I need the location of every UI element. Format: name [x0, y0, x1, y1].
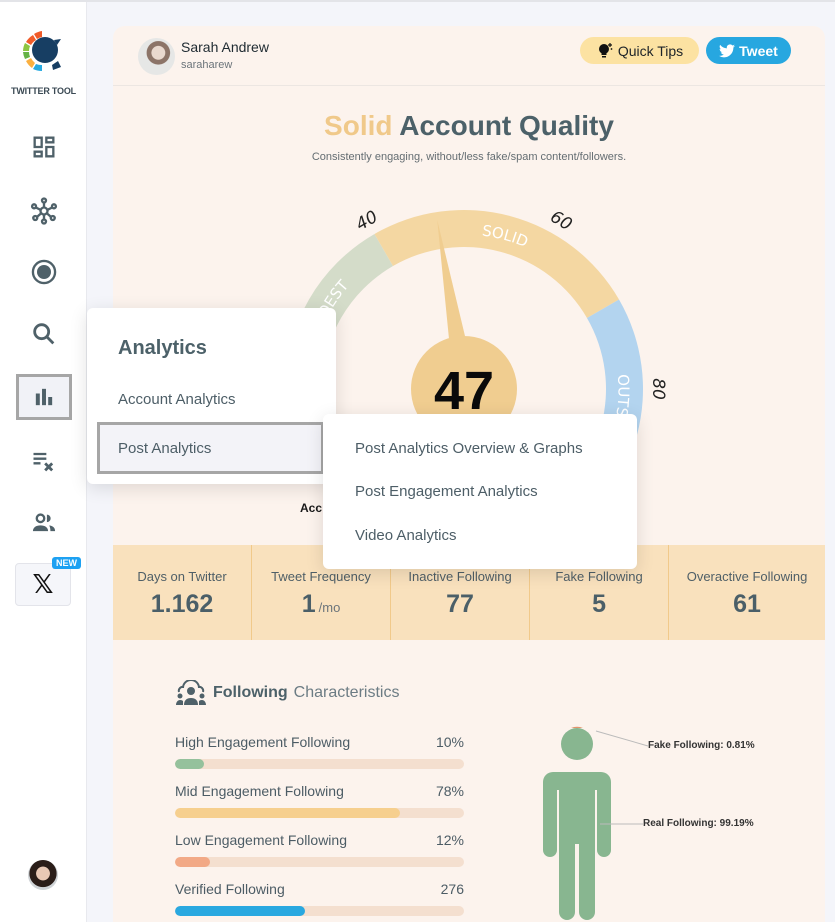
x-logo-icon: 𝕏 — [32, 569, 54, 600]
search-icon — [33, 323, 55, 345]
sidebar-item-network[interactable] — [16, 188, 72, 234]
fake-leader-line — [595, 730, 649, 747]
person-head — [561, 728, 593, 760]
post-analytics-submenu: Post Analytics Overview & Graphs Post En… — [323, 414, 637, 569]
twitter-tool-logo[interactable] — [20, 28, 66, 74]
fake-following-label: Fake Following: 0.81% — [648, 740, 755, 751]
sidebar-item-search[interactable] — [16, 311, 72, 357]
sidebar-item-clear[interactable] — [16, 438, 72, 484]
target-icon — [31, 259, 57, 285]
app-name: TWITTER TOOL — [11, 86, 76, 96]
sidebar-item-users[interactable] — [16, 500, 72, 546]
submenu-item-video[interactable]: Video Analytics — [355, 527, 456, 544]
menu-item-account-analytics[interactable]: Account Analytics — [118, 391, 236, 408]
person-figure — [543, 726, 611, 920]
fake-portion — [571, 726, 583, 728]
sidebar-item-analytics[interactable] — [16, 374, 72, 420]
analytics-menu: Analytics Account Analytics Post Analyti… — [87, 308, 336, 484]
submenu-item-overview-graphs[interactable]: Post Analytics Overview & Graphs — [355, 440, 583, 457]
sidebar-item-x[interactable]: 𝕏 — [15, 563, 71, 606]
top-border — [0, 0, 835, 2]
sidebar-item-target[interactable] — [16, 249, 72, 295]
network-icon — [30, 197, 58, 225]
clear-list-icon — [33, 452, 54, 472]
bar-chart-icon — [35, 388, 53, 406]
menu-item-post-analytics[interactable]: Post Analytics — [97, 422, 324, 474]
new-badge: NEW — [52, 557, 81, 569]
menu-title: Analytics — [118, 337, 207, 359]
users-icon — [32, 513, 56, 532]
profile-avatar[interactable] — [28, 860, 58, 890]
sidebar: TWITTER TOOL 𝕏 NEW — [0, 2, 87, 922]
person-body — [543, 772, 611, 920]
real-following-label: Real Following: 99.19% — [643, 818, 754, 829]
submenu-item-engagement[interactable]: Post Engagement Analytics — [355, 483, 538, 500]
dashboard-icon — [33, 136, 55, 158]
sidebar-item-dashboard[interactable] — [16, 124, 72, 170]
